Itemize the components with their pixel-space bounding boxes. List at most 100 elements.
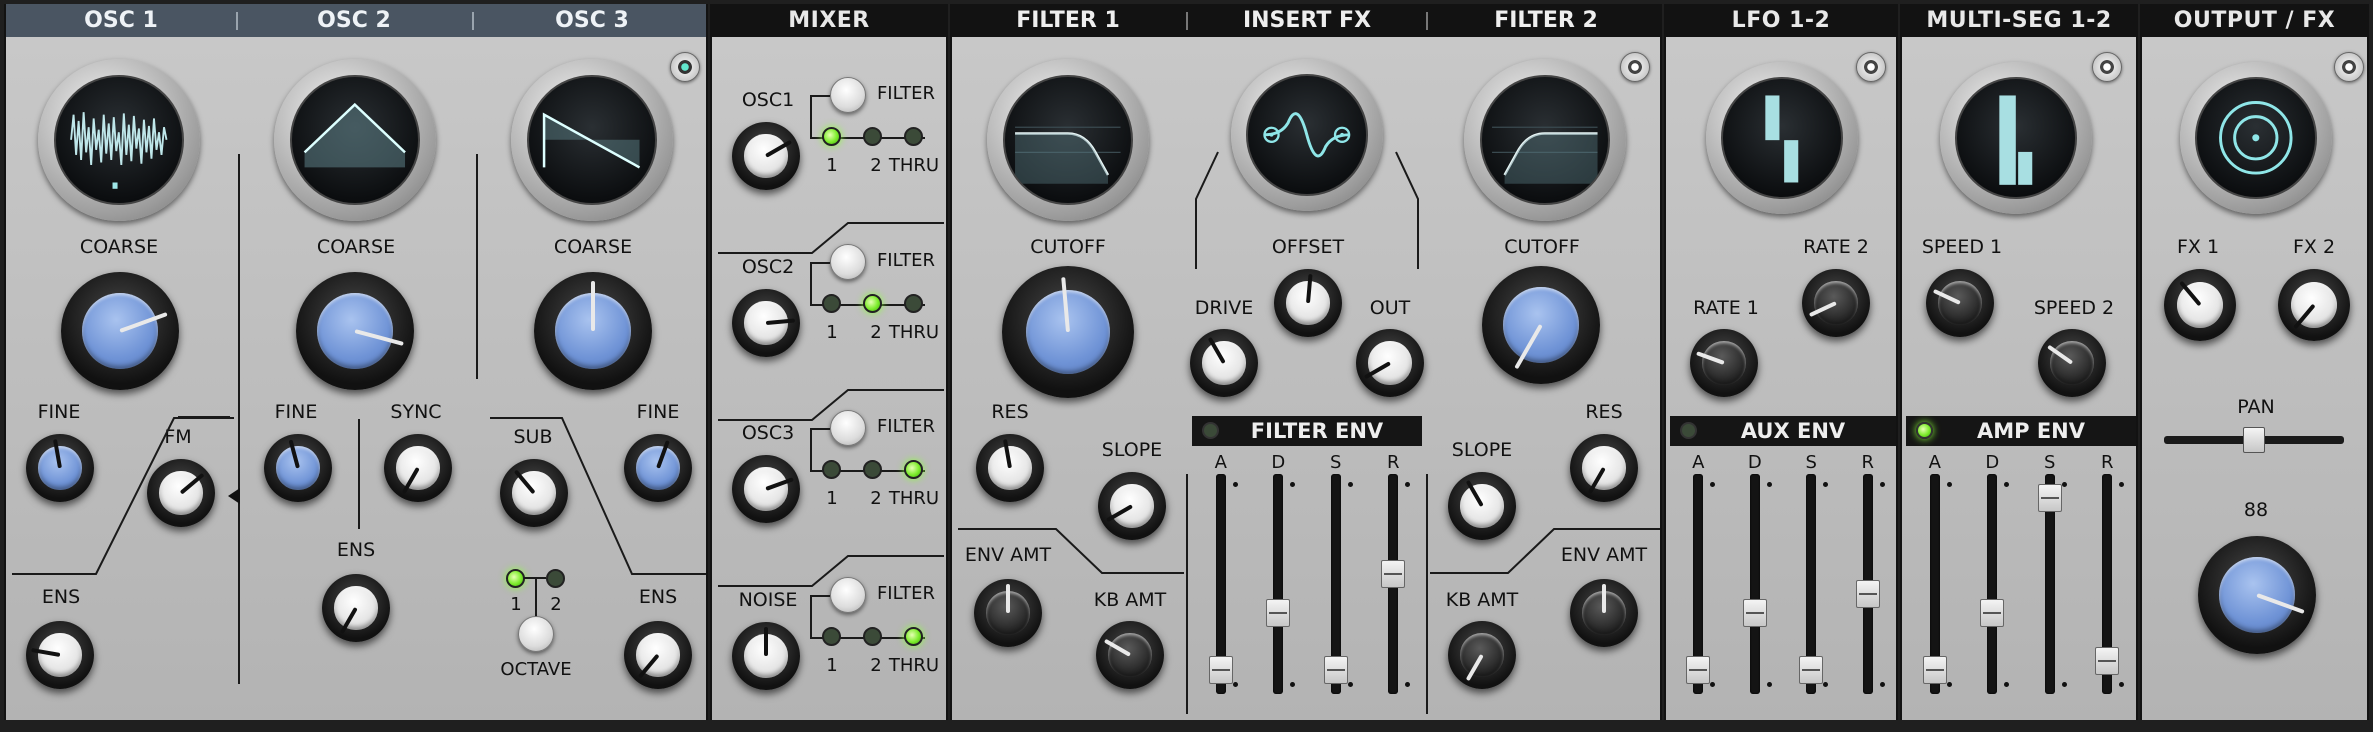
filter1-curve-display[interactable] [987, 59, 1149, 221]
volume-knob[interactable] [2198, 536, 2316, 654]
octave-button[interactable] [518, 616, 554, 652]
rate1-knob[interactable] [1690, 329, 1758, 397]
osc1-coarse-knob[interactable] [61, 272, 179, 390]
env-a-slider[interactable] [1686, 474, 1711, 694]
env-d-slider-thumb[interactable] [1742, 598, 1767, 627]
filter1-cutoff-knob[interactable] [1002, 266, 1134, 398]
lfo-display[interactable] [1706, 62, 1858, 214]
env-a-slider-thumb[interactable] [1686, 656, 1711, 685]
osc2-sync-knob[interactable] [384, 434, 452, 502]
filter2-curve-display[interactable] [1464, 59, 1626, 221]
filter1-env-amt-knob[interactable] [974, 579, 1042, 647]
filter-route-button[interactable] [830, 577, 866, 613]
env-d-slider[interactable] [1980, 474, 2005, 694]
osc3-ens-knob[interactable] [624, 621, 692, 689]
osc2-waveform-display[interactable] [274, 59, 436, 221]
mixer-channel-label: OSC1 [741, 89, 795, 111]
env-r-slider-thumb[interactable] [1855, 579, 1880, 608]
route-thru-led[interactable] [904, 127, 923, 146]
osc1-waveform-display[interactable] [38, 59, 200, 221]
osc3-waveform-display[interactable] [511, 59, 673, 221]
fx1-knob[interactable] [2164, 269, 2236, 341]
filter2-env-amt-knob[interactable] [1570, 579, 1638, 647]
env-s-slider[interactable] [2037, 474, 2062, 694]
filter-route-button[interactable] [830, 410, 866, 446]
multiseg-display[interactable] [1940, 62, 2092, 214]
mixer-level-knob[interactable] [732, 122, 800, 190]
rate2-knob[interactable] [1802, 269, 1870, 337]
speed1-knob[interactable] [1926, 269, 1994, 337]
route-thru-led[interactable] [904, 627, 923, 646]
speed2-knob[interactable] [2038, 329, 2106, 397]
mixer-level-knob[interactable] [732, 289, 800, 357]
route-filter2-led[interactable] [863, 460, 882, 479]
route-filter1-led[interactable] [822, 460, 841, 479]
env-r-slider[interactable] [1855, 474, 1880, 694]
filter2-kb-amt-knob[interactable] [1448, 621, 1516, 689]
filter2-res-knob[interactable] [1570, 434, 1638, 502]
filter1-title: FILTER 1 [1016, 8, 1120, 33]
route-thru-led[interactable] [904, 294, 923, 313]
osc3-fine-knob[interactable] [624, 434, 692, 502]
drive-knob[interactable] [1190, 329, 1258, 397]
osc2-ens-knob[interactable] [322, 574, 390, 642]
osc2-coarse-knob[interactable] [296, 272, 414, 390]
env-d-slider-thumb[interactable] [1266, 598, 1291, 627]
osc3-coarse-knob[interactable] [534, 272, 652, 390]
route-filter2-led[interactable] [863, 627, 882, 646]
env-d-slider-thumb[interactable] [1980, 598, 2005, 627]
env-a-slider[interactable] [1922, 474, 1947, 694]
filter-route-button[interactable] [830, 244, 866, 280]
route-filter1-led[interactable] [822, 627, 841, 646]
filter1-res-knob[interactable] [976, 434, 1044, 502]
pan-slider[interactable] [2164, 427, 2344, 453]
route-thru-led[interactable] [904, 460, 923, 479]
env-s-slider-thumb[interactable] [1799, 656, 1824, 685]
multiseg-power-button[interactable] [2092, 52, 2122, 82]
osc2-fine-knob[interactable] [264, 434, 332, 502]
env-d-slider[interactable] [1266, 474, 1291, 694]
insert-fx-title: INSERT FX [1242, 8, 1372, 33]
env-s-slider-thumb[interactable] [1323, 656, 1348, 685]
lfo-power-button[interactable] [1856, 52, 1886, 82]
fx2-knob[interactable] [2278, 269, 2350, 341]
rate2-label: RATE 2 [1803, 236, 1869, 258]
output-power-button[interactable] [2334, 52, 2364, 82]
octave-2-led[interactable] [546, 569, 565, 588]
aux-env-led[interactable] [1680, 422, 1697, 439]
env-s-slider[interactable] [1323, 474, 1348, 694]
env-r-slider-thumb[interactable] [2095, 646, 2120, 675]
mixer-level-knob[interactable] [732, 455, 800, 523]
env-r-slider-thumb[interactable] [1381, 560, 1406, 589]
env-a-slider[interactable] [1208, 474, 1233, 694]
lowpass-curve-icon [1015, 126, 1121, 184]
filter2-cutoff-knob[interactable] [1482, 266, 1600, 384]
env-a-slider-thumb[interactable] [1922, 656, 1947, 685]
amp-env-led[interactable] [1916, 422, 1933, 439]
filter-env-led[interactable] [1202, 422, 1219, 439]
out-knob[interactable] [1356, 329, 1424, 397]
offset-knob[interactable] [1274, 269, 1342, 337]
env-s-slider-thumb[interactable] [2037, 483, 2062, 512]
env-r-slider[interactable] [1381, 474, 1406, 694]
octave-1-led[interactable] [506, 569, 525, 588]
route-filter1-led[interactable] [822, 127, 841, 146]
osc3-sub-knob[interactable] [500, 459, 568, 527]
env-s-slider[interactable] [1799, 474, 1824, 694]
route-filter2-led[interactable] [863, 294, 882, 313]
filter-route-label: FILTER [876, 416, 936, 437]
env-r-slider[interactable] [2095, 474, 2120, 694]
route-filter1-led[interactable] [822, 294, 841, 313]
filter2-power-button[interactable] [1620, 52, 1650, 82]
pan-thumb[interactable] [2243, 427, 2265, 453]
output-display[interactable] [2180, 62, 2332, 214]
route-filter2-led[interactable] [863, 127, 882, 146]
filter-route-button[interactable] [830, 77, 866, 113]
osc1-ens-knob[interactable] [26, 621, 94, 689]
osc-power-button[interactable] [670, 52, 700, 82]
env-d-slider[interactable] [1742, 474, 1767, 694]
filter-env-bar: FILTER ENV [1192, 416, 1422, 446]
mixer-level-knob[interactable] [732, 622, 800, 690]
filter1-kb-amt-knob[interactable] [1096, 621, 1164, 689]
env-a-slider-thumb[interactable] [1208, 656, 1233, 685]
